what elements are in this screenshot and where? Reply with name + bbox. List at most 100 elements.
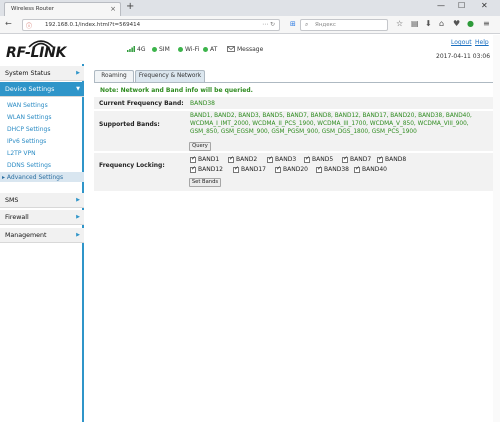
sidebar-item-sms[interactable]: SMS ▶ bbox=[0, 193, 84, 208]
band38-checkbox[interactable]: BAND38 bbox=[316, 165, 349, 173]
band1-checkbox[interactable]: BAND1 bbox=[190, 155, 220, 163]
info-icon[interactable]: ⓘ bbox=[26, 21, 32, 30]
band2-checkbox[interactable]: BAND2 bbox=[228, 155, 258, 163]
checkbox-icon bbox=[190, 165, 196, 173]
supported-bands-row: Supported Bands: BAND1, BAND2, BAND3, BA… bbox=[94, 111, 494, 151]
checkbox-icon bbox=[342, 155, 348, 163]
sidebar-subitem-ipv6[interactable]: IPv6 Settings bbox=[0, 136, 84, 146]
network-status: 4G bbox=[127, 44, 145, 54]
back-icon[interactable]: ← bbox=[5, 19, 12, 28]
band-label: BAND38 bbox=[324, 166, 349, 173]
sidebar-subitem-label: WLAN Settings bbox=[7, 114, 52, 121]
sidebar-subitem-ddns[interactable]: DDNS Settings bbox=[0, 160, 84, 170]
set-bands-button[interactable]: Set Bands bbox=[189, 178, 221, 187]
band20-checkbox[interactable]: BAND20 bbox=[275, 165, 308, 173]
tab-frequency-network[interactable]: Frequency & Network bbox=[135, 70, 205, 82]
current-band-value: BAND38 bbox=[190, 100, 215, 107]
checkbox-icon bbox=[354, 165, 360, 173]
band-label: BAND7 bbox=[350, 156, 372, 163]
sidebar-item-label: Device Settings bbox=[5, 86, 55, 93]
sidebar-item-label: System Status bbox=[5, 70, 51, 77]
query-button[interactable]: Query bbox=[189, 142, 211, 151]
current-band-row: Current Frequency Band: BAND38 bbox=[94, 97, 494, 109]
wifi-dot-icon bbox=[178, 46, 183, 52]
signal-bars-icon bbox=[127, 46, 135, 52]
sidebar-subitem-label: L2TP VPN bbox=[7, 150, 36, 157]
sidebar: System Status ▶ Device Settings ▼ WAN Se… bbox=[0, 64, 84, 422]
band-label: BAND20 bbox=[283, 166, 308, 173]
sidebar-subitem-label: DDNS Settings bbox=[7, 162, 52, 169]
sidebar-subitem-l2tp[interactable]: L2TP VPN bbox=[0, 148, 84, 158]
message-label: Message bbox=[237, 45, 264, 53]
home-icon[interactable]: ⌂ bbox=[439, 19, 444, 28]
sidebar-subitem-label: WAN Settings bbox=[7, 102, 48, 109]
band8-checkbox[interactable]: BAND8 bbox=[377, 155, 407, 163]
browser-navbar: ← ⓘ 192.168.0.1/index.html?t=569414 ⋯ ↻ … bbox=[0, 16, 500, 34]
extension-icon[interactable]: ● bbox=[467, 19, 474, 28]
logo-text: RF-LINK bbox=[6, 45, 67, 61]
help-link[interactable]: Help bbox=[475, 39, 489, 46]
band-label: BAND12 bbox=[198, 166, 223, 173]
band17-checkbox[interactable]: BAND17 bbox=[233, 165, 266, 173]
at-dot-icon bbox=[203, 46, 208, 52]
url-text: 192.168.0.1/index.html?t=569414 bbox=[45, 22, 141, 28]
sidebar-subitem-advanced[interactable]: ▸ Advanced Settings bbox=[0, 172, 84, 182]
band-label: BAND5 bbox=[312, 156, 334, 163]
band7-checkbox[interactable]: BAND7 bbox=[342, 155, 372, 163]
sidebar-subitem-text: Advanced Settings bbox=[6, 174, 64, 181]
download-icon[interactable]: ⬇ bbox=[425, 19, 432, 28]
search-placeholder: Яндекс bbox=[315, 22, 336, 28]
reload-icon[interactable]: ⋯ ↻ bbox=[262, 21, 275, 28]
chevron-right-icon: ▶ bbox=[76, 214, 80, 220]
checkbox-icon bbox=[304, 155, 310, 163]
tab-title: Wireless Router bbox=[11, 6, 54, 12]
sidebar-subitem-wan[interactable]: WAN Settings bbox=[0, 100, 84, 110]
star-icon[interactable]: ☆ bbox=[396, 19, 403, 28]
sidebar-item-label: Firewall bbox=[5, 214, 29, 221]
frequency-locking-label: Frequency Locking: bbox=[99, 162, 165, 169]
at-status: AT bbox=[203, 44, 217, 54]
clipboard-icon[interactable]: ▤ bbox=[411, 19, 419, 28]
checkbox-icon bbox=[233, 165, 239, 173]
at-label: AT bbox=[210, 45, 218, 53]
sidebar-item-firewall[interactable]: Firewall ▶ bbox=[0, 210, 84, 225]
sidebar-subitem-wlan[interactable]: WLAN Settings bbox=[0, 112, 84, 122]
tab-label: Frequency & Network bbox=[138, 73, 202, 79]
page-scrollbar[interactable] bbox=[493, 35, 500, 422]
address-bar[interactable]: ⓘ 192.168.0.1/index.html?t=569414 ⋯ ↻ bbox=[22, 19, 280, 31]
checkbox-icon bbox=[316, 165, 322, 173]
close-window-icon[interactable]: ✕ bbox=[481, 1, 488, 10]
band40-checkbox[interactable]: BAND40 bbox=[354, 165, 387, 173]
chevron-right-icon: ▶ bbox=[76, 197, 80, 203]
browser-tab[interactable]: Wireless Router × bbox=[4, 2, 121, 16]
logout-link[interactable]: Logout bbox=[451, 39, 472, 46]
band-label: BAND1 bbox=[198, 156, 220, 163]
pocket-icon[interactable]: ♥ bbox=[453, 19, 460, 28]
band3-checkbox[interactable]: BAND3 bbox=[267, 155, 296, 163]
band-label: BAND40 bbox=[362, 166, 387, 173]
network-label: 4G bbox=[137, 45, 146, 53]
sidebar-item-device-settings[interactable]: Device Settings ▼ bbox=[0, 82, 84, 97]
sidebar-item-system-status[interactable]: System Status ▶ bbox=[0, 66, 84, 81]
sim-dot-icon bbox=[152, 46, 157, 52]
query-note: Note: Network and Band info will be quer… bbox=[100, 87, 253, 94]
menu-icon[interactable]: ≡ bbox=[483, 19, 490, 28]
new-tab-icon[interactable]: + bbox=[126, 1, 134, 12]
sidebar-subitem-dhcp[interactable]: DHCP Settings bbox=[0, 124, 84, 134]
wifi-status: Wi-Fi bbox=[178, 44, 199, 54]
chevron-right-icon: ▶ bbox=[76, 70, 80, 76]
search-bar[interactable]: ⌕ Яндекс bbox=[300, 19, 388, 31]
browser-titlebar: Wireless Router × + — ☐ ✕ bbox=[0, 0, 500, 16]
band12-checkbox[interactable]: BAND12 bbox=[190, 165, 223, 173]
maximize-icon[interactable]: ☐ bbox=[458, 1, 465, 10]
band5-checkbox[interactable]: BAND5 bbox=[304, 155, 334, 163]
message-status[interactable]: Message bbox=[227, 44, 263, 54]
minimize-icon[interactable]: — bbox=[437, 1, 445, 10]
band-label: BAND8 bbox=[385, 156, 407, 163]
frequency-locking-row: Frequency Locking: BAND1 BAND2 BAND3 BAN… bbox=[94, 153, 494, 191]
close-tab-icon[interactable]: × bbox=[110, 5, 116, 13]
tab-roaming[interactable]: Roaming bbox=[94, 70, 134, 82]
grid-icon[interactable]: ⊞ bbox=[290, 20, 296, 28]
sidebar-item-management[interactable]: Management ▶ bbox=[0, 228, 84, 243]
band-label: BAND2 bbox=[236, 156, 258, 163]
